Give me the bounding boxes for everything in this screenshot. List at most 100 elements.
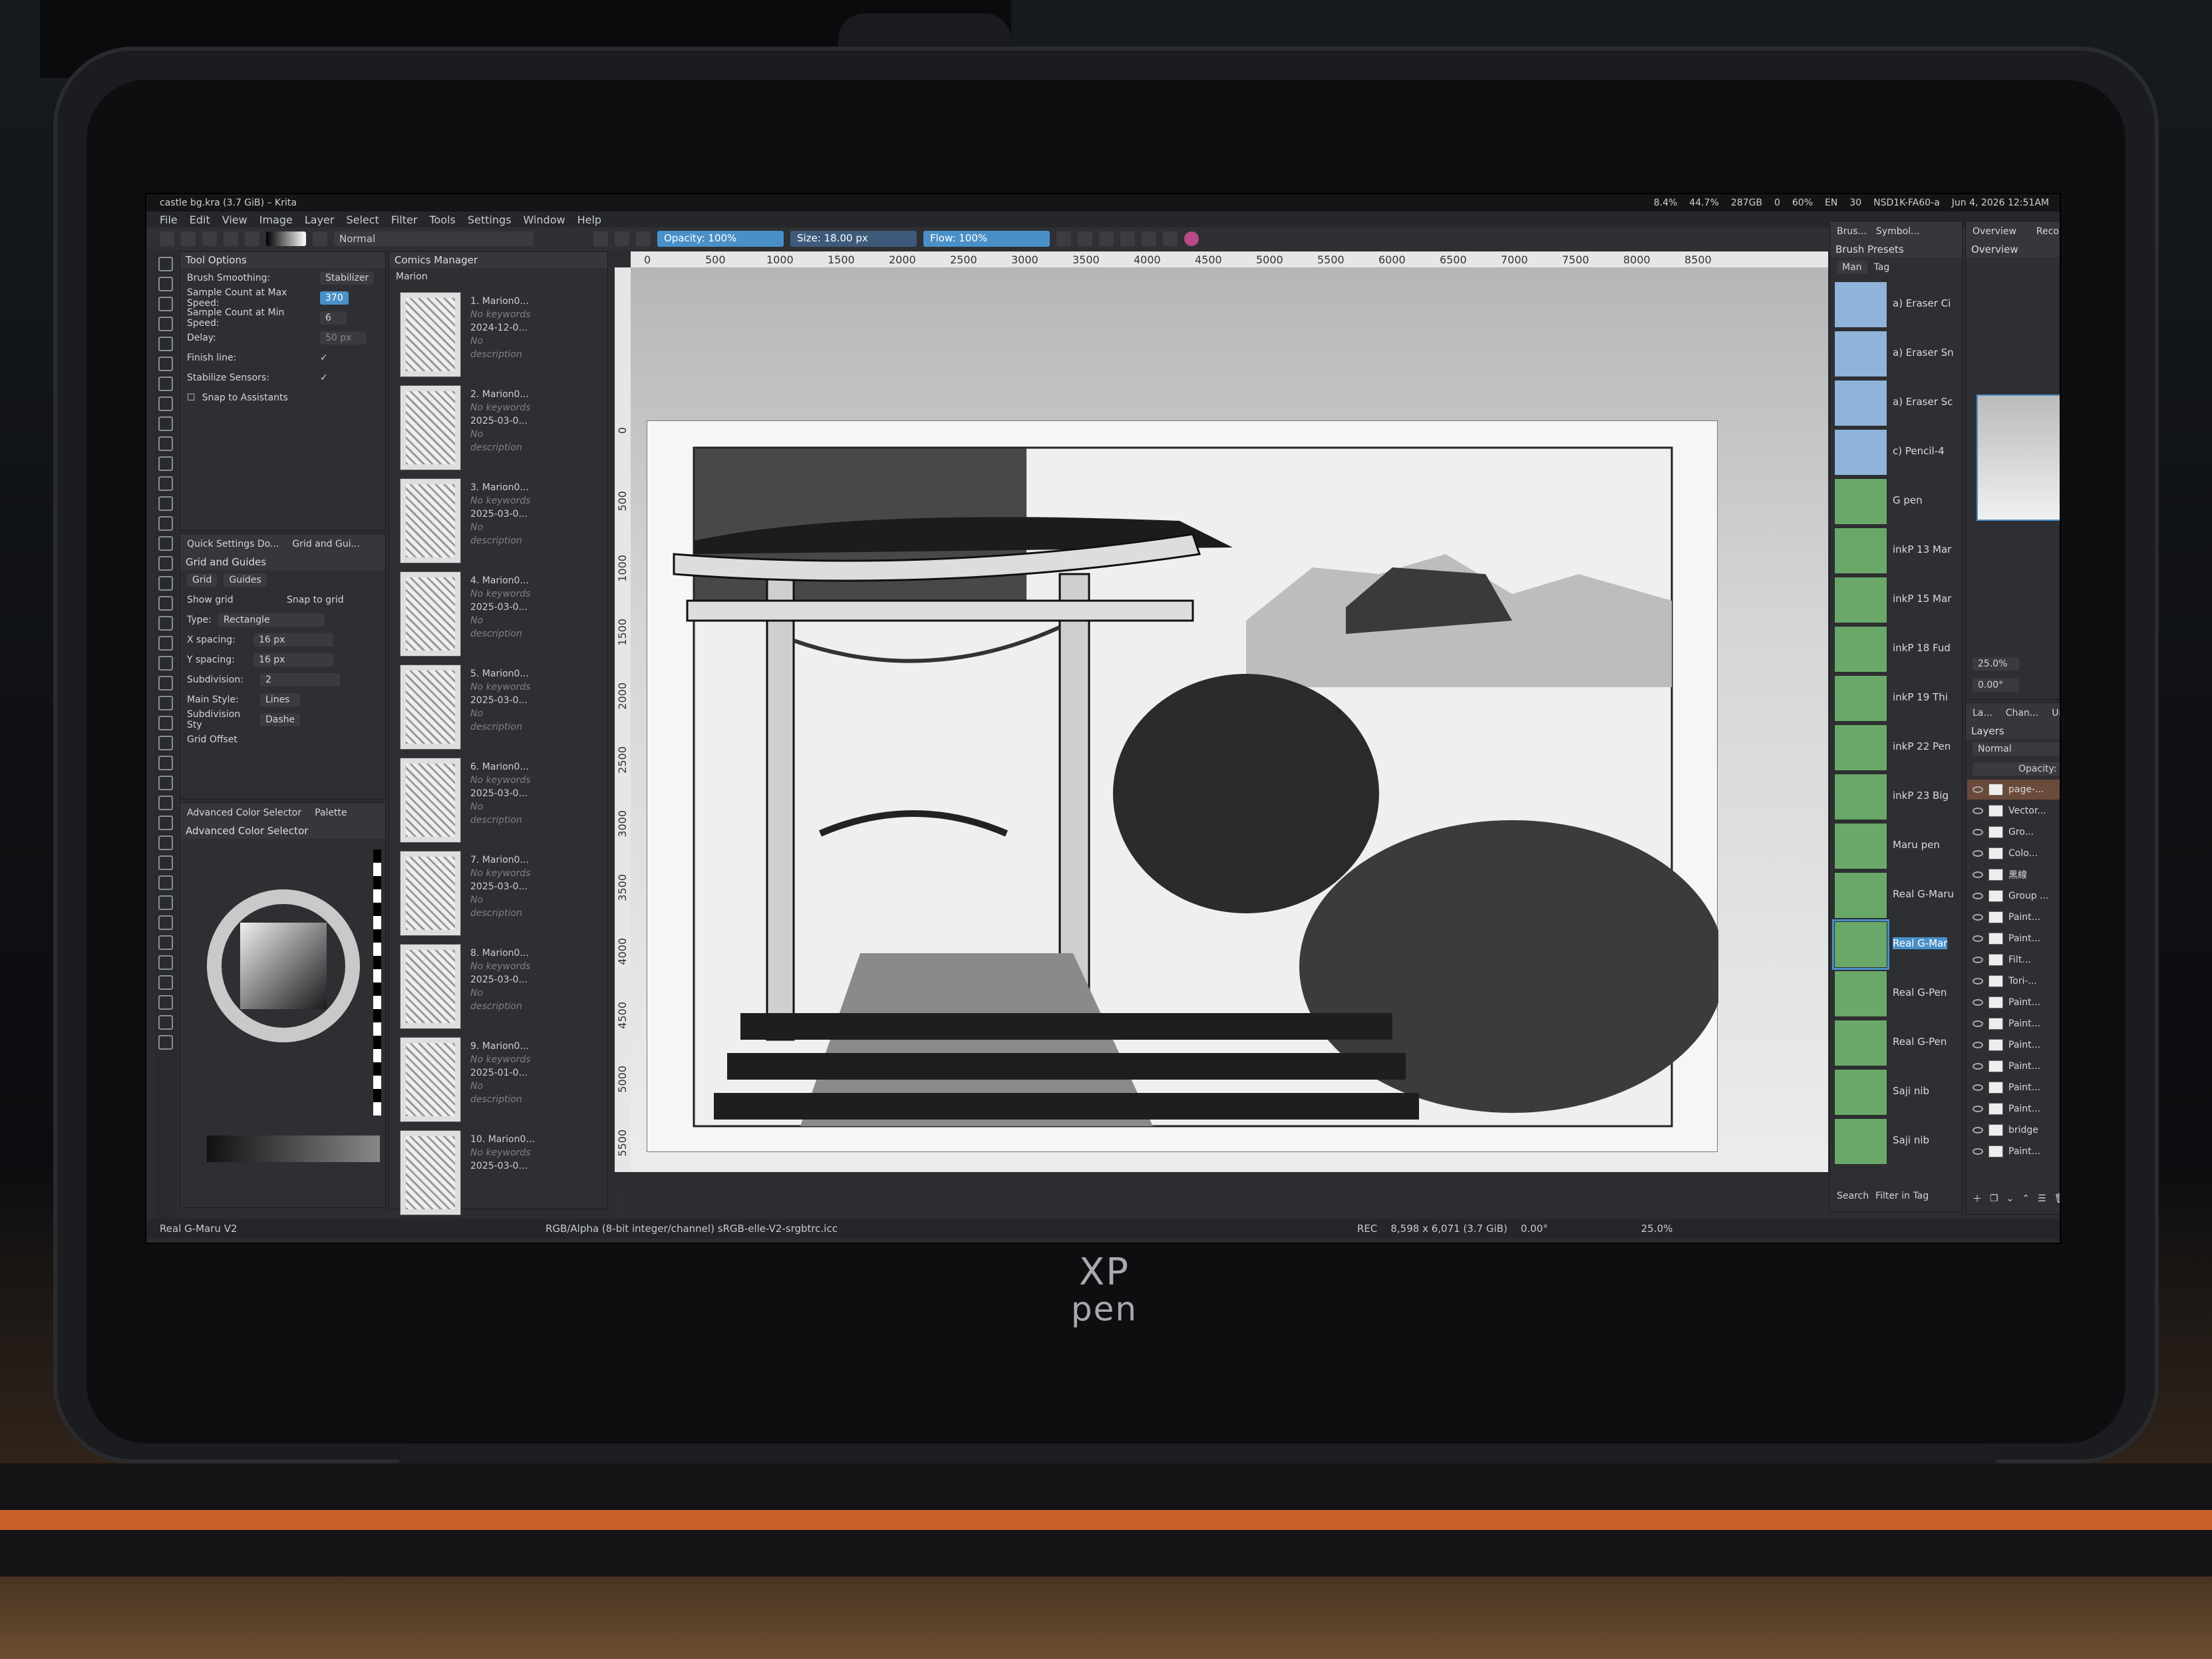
tool-icon[interactable] xyxy=(158,756,173,770)
comic-page-thumbnail[interactable] xyxy=(400,571,461,657)
stabilize-sensors-checkbox[interactable]: ✓ xyxy=(320,373,328,383)
layer-row[interactable]: Group ... xyxy=(1967,886,2060,906)
tab-undo-history[interactable]: Undo His... xyxy=(2052,708,2060,718)
brush-preset-thumbnail[interactable] xyxy=(1834,626,1887,673)
layer-row[interactable]: Vector... xyxy=(1967,801,2060,821)
tool-icon[interactable] xyxy=(158,436,173,451)
flow-slider[interactable]: Flow: 100% xyxy=(923,231,1050,247)
menu-image[interactable]: Image xyxy=(259,214,293,226)
eye-icon[interactable] xyxy=(1973,1063,1983,1070)
brush-preset-thumbnail[interactable] xyxy=(1834,577,1887,623)
menu-help[interactable]: Help xyxy=(577,214,601,226)
menu-file[interactable]: File xyxy=(160,214,178,226)
brush-search-label[interactable]: Search xyxy=(1837,1191,1869,1201)
tab-quick-settings[interactable]: Quick Settings Do... xyxy=(187,539,279,549)
layer-row[interactable]: Paint... xyxy=(1967,1014,2060,1034)
record-indicator[interactable]: REC xyxy=(1357,1223,1377,1235)
tool-icon[interactable] xyxy=(158,1015,173,1030)
brush-preset-name[interactable]: inkP 15 Mar xyxy=(1893,593,1951,605)
mirror-h-icon[interactable] xyxy=(1056,231,1071,246)
new-icon[interactable] xyxy=(160,231,174,246)
tab-color-selector[interactable]: Advanced Color Selector xyxy=(187,808,301,818)
y-spacing-input[interactable]: 16 px xyxy=(253,653,333,667)
brush-preset-name[interactable]: inkP 23 Big xyxy=(1893,790,1949,802)
redo-icon[interactable] xyxy=(245,231,259,246)
sample-max-input[interactable]: 370 xyxy=(320,291,349,305)
brush-preset-name[interactable]: a) Eraser Ci xyxy=(1893,297,1951,309)
finish-line-checkbox[interactable]: ✓ xyxy=(320,353,328,363)
sub-style-select[interactable]: Dashe xyxy=(260,713,301,726)
layer-row[interactable]: Paint... xyxy=(1967,1099,2060,1119)
tool-icon[interactable] xyxy=(158,716,173,730)
comic-page-thumbnail[interactable] xyxy=(400,944,461,1029)
tool-icon[interactable] xyxy=(158,576,173,591)
brush-preset-name[interactable]: inkP 19 Thi xyxy=(1893,691,1948,703)
menu-window[interactable]: Window xyxy=(523,214,565,226)
move-down-icon[interactable]: ⌄ xyxy=(2006,1193,2014,1204)
opacity-slider[interactable]: Opacity: 100% xyxy=(657,231,784,247)
eye-icon[interactable] xyxy=(1973,871,1983,878)
eye-icon[interactable] xyxy=(1973,978,1983,984)
comic-page-thumbnail[interactable] xyxy=(400,1130,461,1215)
eye-icon[interactable] xyxy=(1973,808,1983,814)
blend-mode-select[interactable]: Normal xyxy=(334,231,534,246)
layer-row[interactable]: Tori-... xyxy=(1967,971,2060,991)
tool-icon[interactable] xyxy=(158,656,173,671)
tab-layers[interactable]: La... xyxy=(1973,708,1992,718)
eraser-mode-icon[interactable] xyxy=(593,231,608,246)
eye-icon[interactable] xyxy=(1973,850,1983,857)
type-select[interactable]: Rectangle xyxy=(218,613,325,627)
layer-properties-icon[interactable]: ☰ xyxy=(2038,1193,2046,1204)
tool-icon[interactable] xyxy=(158,317,173,331)
add-layer-icon[interactable]: ＋ xyxy=(1973,1192,1982,1205)
brush-preset-thumbnail[interactable] xyxy=(1834,1118,1887,1165)
brush-preset-thumbnail[interactable] xyxy=(1834,1020,1887,1066)
tool-icon[interactable] xyxy=(158,875,173,890)
tab-recorder[interactable]: Recorder xyxy=(2036,226,2060,237)
menu-filter[interactable]: Filter xyxy=(391,214,418,226)
duplicate-layer-icon[interactable]: ❐ xyxy=(1990,1193,1998,1204)
layer-row[interactable]: Paint... xyxy=(1967,1035,2060,1055)
layer-blend-select[interactable]: Normal xyxy=(1973,742,2060,756)
comic-page-thumbnail[interactable] xyxy=(400,478,461,563)
tool-icon[interactable] xyxy=(158,536,173,551)
brush-preset-name[interactable]: Saji nib xyxy=(1893,1134,1929,1146)
tool-icon[interactable] xyxy=(158,277,173,291)
tool-icon[interactable] xyxy=(158,676,173,690)
overview-thumbnail[interactable] xyxy=(1976,394,2060,521)
eye-icon[interactable] xyxy=(1973,1106,1983,1112)
overview-rotation[interactable]: 0.00° xyxy=(1973,679,2019,692)
brush-preset-thumbnail[interactable] xyxy=(1834,528,1887,574)
status-rotation[interactable]: 0.00° xyxy=(1521,1223,1548,1235)
brush-preset-thumbnail[interactable] xyxy=(1834,331,1887,377)
tool-icon[interactable] xyxy=(158,895,173,910)
tool-icon[interactable] xyxy=(158,456,173,471)
mirror-v-icon[interactable] xyxy=(1078,231,1092,246)
comic-page-thumbnail[interactable] xyxy=(400,665,461,750)
layer-row[interactable]: Paint... xyxy=(1967,1056,2060,1076)
menu-settings[interactable]: Settings xyxy=(468,214,512,226)
brush-preset-thumbnail[interactable] xyxy=(1834,971,1887,1017)
tool-icon[interactable] xyxy=(158,816,173,830)
tab-palette[interactable]: Palette xyxy=(315,808,347,818)
eye-icon[interactable] xyxy=(1973,1148,1983,1155)
tool-icon[interactable] xyxy=(158,297,173,311)
tab-symbols[interactable]: Symbol... xyxy=(1876,226,1920,237)
layer-row[interactable]: Paint... xyxy=(1967,992,2060,1012)
tool-icon[interactable] xyxy=(158,556,173,571)
tool-icon[interactable] xyxy=(158,416,173,431)
brush-preset-thumbnail[interactable] xyxy=(1834,380,1887,426)
status-zoom[interactable]: 25.0% xyxy=(1641,1223,1673,1235)
tool-icon[interactable] xyxy=(158,496,173,511)
eye-icon[interactable] xyxy=(1973,1084,1983,1091)
layer-row[interactable]: Paint... xyxy=(1967,1141,2060,1161)
brush-preset-name[interactable]: inkP 22 Pen xyxy=(1893,740,1951,752)
brush-preset-name[interactable]: Real G-Pen xyxy=(1893,1036,1947,1048)
subdivision-input[interactable]: 2 xyxy=(260,673,340,686)
layer-row[interactable]: 黒線 xyxy=(1967,865,2060,885)
tool-icon[interactable] xyxy=(158,377,173,391)
brush-preset-name[interactable]: Real G-Mar xyxy=(1893,937,1948,949)
tool-icon[interactable] xyxy=(158,995,173,1010)
tool-icon[interactable] xyxy=(158,955,173,970)
tool-icon[interactable] xyxy=(158,636,173,651)
